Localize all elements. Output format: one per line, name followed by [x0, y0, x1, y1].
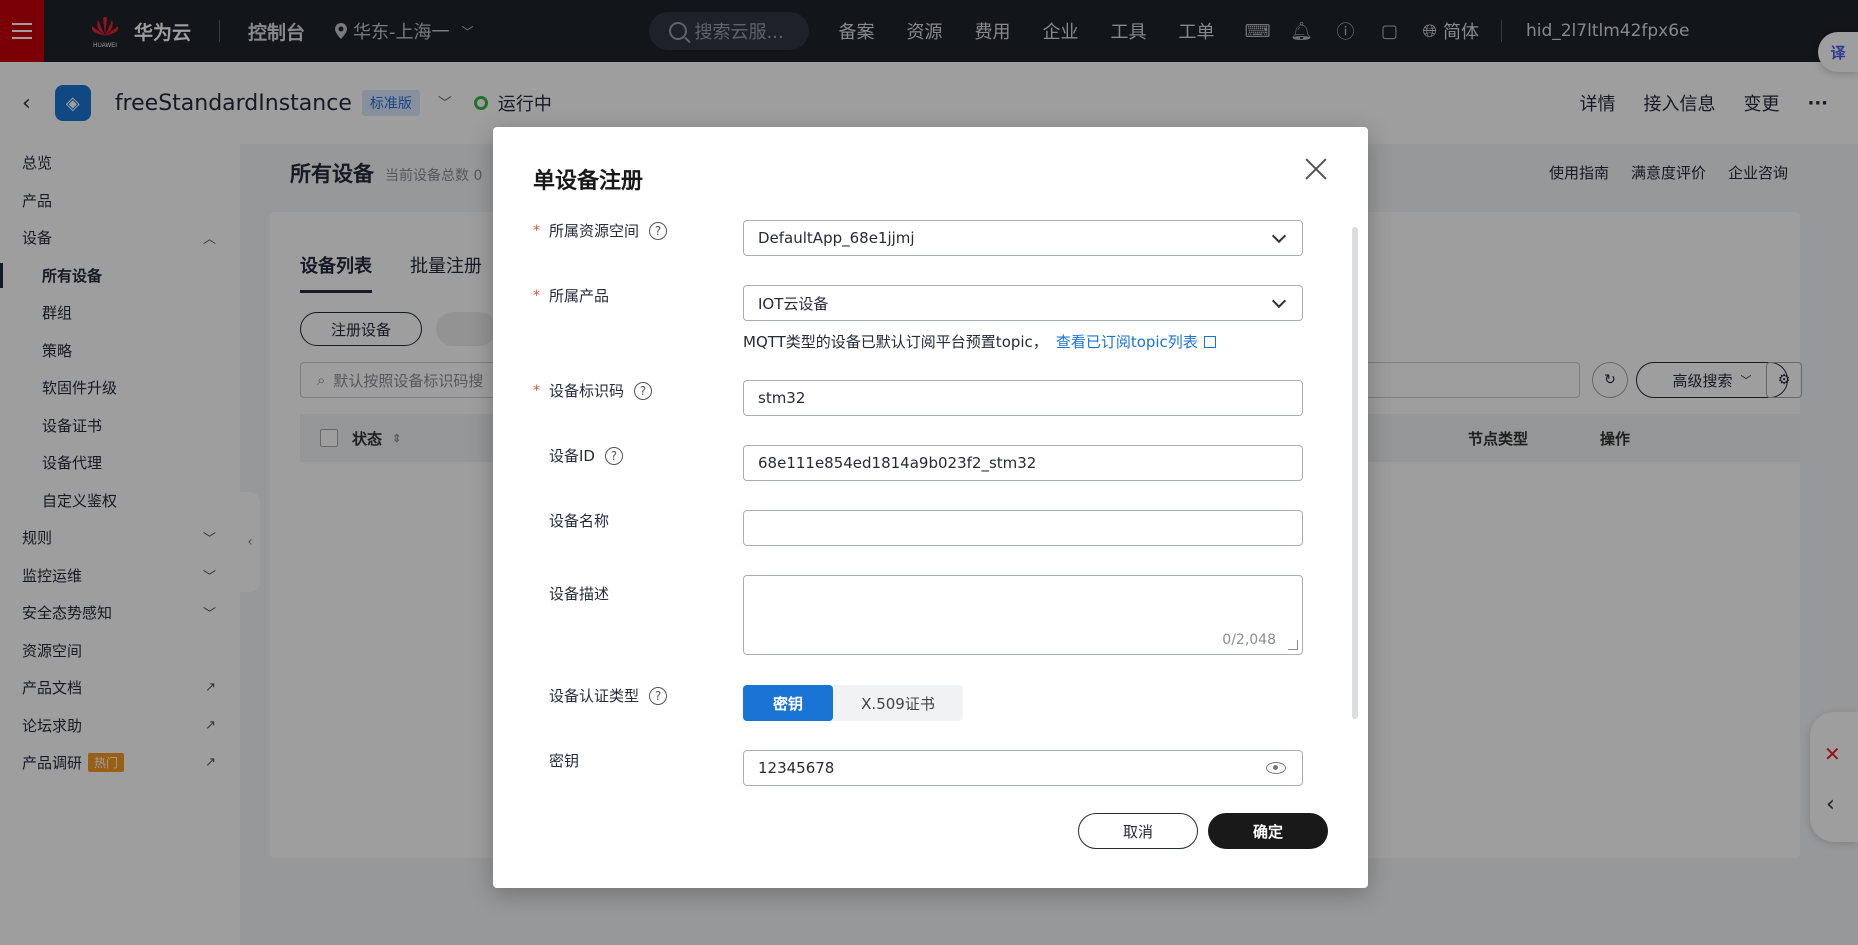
- device-name-label: 设备名称: [549, 512, 610, 530]
- secret-input[interactable]: 12345678: [743, 750, 1303, 786]
- device-desc-textarea[interactable]: 0/2,048: [743, 575, 1303, 655]
- chevron-down-icon: [1271, 228, 1287, 244]
- chevron-down-icon: [1271, 293, 1287, 309]
- close-icon[interactable]: [1302, 155, 1330, 183]
- topic-hint: MQTT类型的设备已默认订阅平台预置topic， 查看已订阅topic列表: [743, 331, 1216, 352]
- cancel-button[interactable]: 取消: [1078, 813, 1198, 849]
- help-icon[interactable]: ?: [649, 221, 668, 240]
- auth-option-x509[interactable]: X.509证书: [833, 685, 963, 721]
- device-name-row: 设备名称: [533, 510, 1303, 546]
- required-mark: *: [533, 382, 540, 399]
- auth-type-label: 设备认证类型: [549, 687, 640, 705]
- device-id-row: 设备ID ? 68e111e854ed1814a9b023f2_stm32: [533, 445, 1303, 481]
- product-row: * 所属产品 IOT云设备: [533, 285, 1303, 321]
- product-label: 所属产品: [549, 287, 610, 305]
- secret-row: 密钥 12345678: [533, 750, 1303, 786]
- node-id-row: * 设备标识码 ? stm32: [533, 380, 1303, 416]
- external-link-icon: [1203, 336, 1216, 348]
- resize-handle-icon[interactable]: [1288, 640, 1298, 650]
- resource-space-row: * 所属资源空间 ? DefaultApp_68e1jjmj: [533, 220, 1303, 256]
- node-id-label: 设备标识码: [549, 382, 625, 400]
- register-device-dialog: 单设备注册 * 所属资源空间 ? DefaultApp_68e1jjmj * 所…: [493, 127, 1368, 888]
- char-counter: 0/2,048: [1222, 632, 1276, 648]
- dialog-title: 单设备注册: [533, 169, 644, 194]
- topic-list-link[interactable]: 查看已订阅topic列表: [1056, 333, 1198, 351]
- node-id-input[interactable]: stm32: [743, 380, 1303, 416]
- product-select[interactable]: IOT云设备: [743, 285, 1303, 321]
- dialog-scrollbar[interactable]: [1352, 227, 1358, 719]
- eye-icon[interactable]: [1266, 762, 1286, 774]
- auth-type-row: 设备认证类型 ? 密钥 X.509证书: [533, 685, 1293, 721]
- confirm-button[interactable]: 确定: [1208, 813, 1328, 849]
- help-icon[interactable]: ?: [604, 446, 623, 465]
- resource-space-label: 所属资源空间: [549, 222, 640, 240]
- help-icon[interactable]: ?: [634, 381, 653, 400]
- auth-option-secret[interactable]: 密钥: [743, 685, 833, 721]
- required-mark: *: [533, 222, 540, 239]
- device-desc-label: 设备描述: [549, 585, 610, 603]
- help-icon[interactable]: ?: [649, 686, 668, 705]
- secret-label: 密钥: [549, 752, 580, 770]
- device-id-input[interactable]: 68e111e854ed1814a9b023f2_stm32: [743, 445, 1303, 481]
- device-desc-row: 设备描述 0/2,048: [533, 575, 1303, 655]
- resource-space-select[interactable]: DefaultApp_68e1jjmj: [743, 220, 1303, 256]
- required-mark: *: [533, 287, 540, 304]
- auth-type-toggle: 密钥 X.509证书: [743, 685, 963, 721]
- device-id-label: 设备ID: [549, 447, 595, 465]
- device-name-input[interactable]: [743, 510, 1303, 546]
